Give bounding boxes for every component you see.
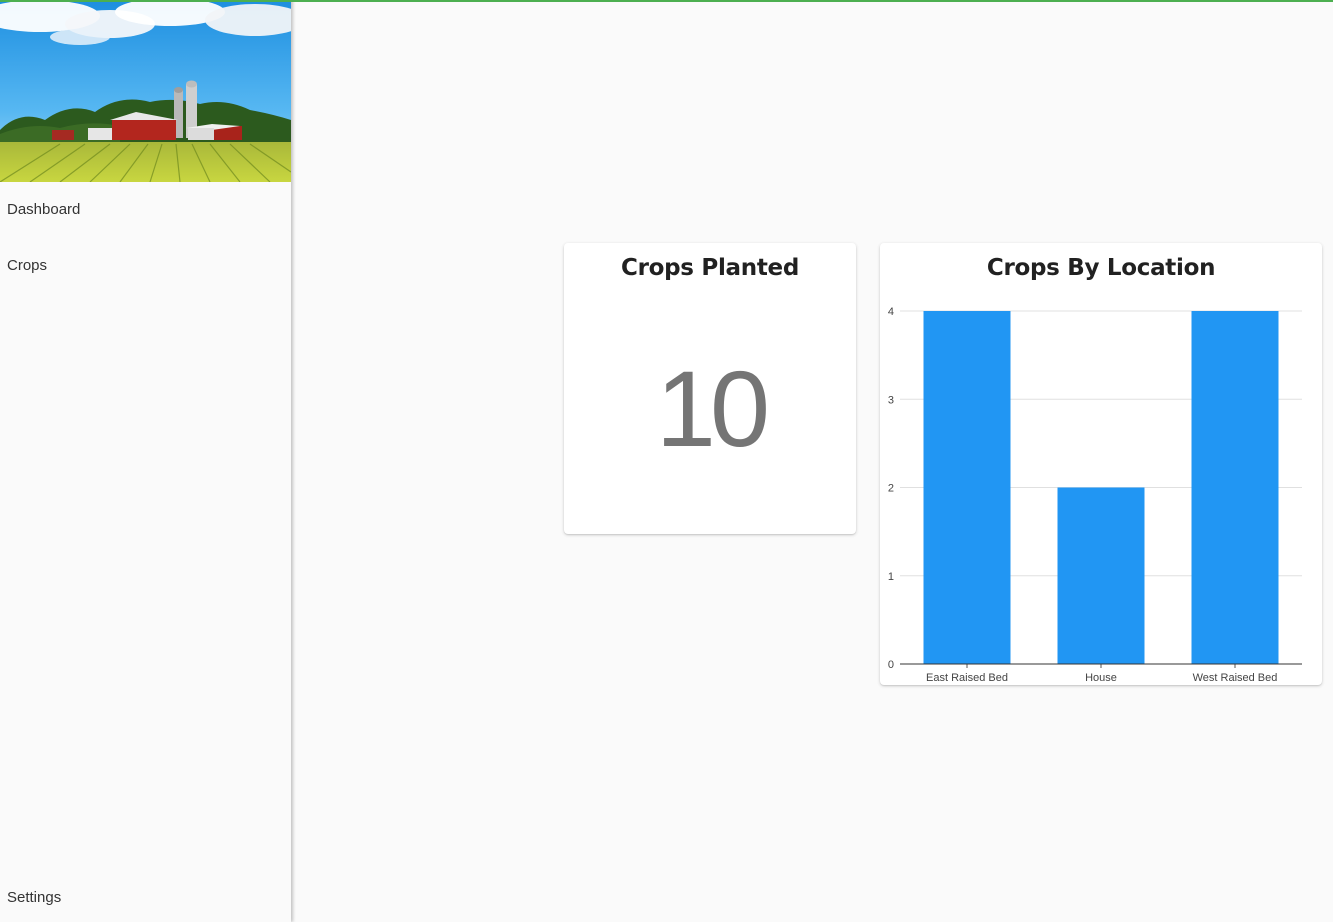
crops-planted-card: Crops Planted 10 bbox=[564, 243, 856, 534]
bar-1 bbox=[1057, 487, 1145, 664]
x-tick-label-1: House bbox=[1085, 672, 1117, 684]
y-tick-label-1: 1 bbox=[888, 571, 894, 583]
farm-banner-image bbox=[0, 2, 291, 182]
crops-planted-title: Crops Planted bbox=[621, 255, 799, 281]
y-tick-label-0: 0 bbox=[888, 659, 894, 671]
x-tick-label-2: West Raised Bed bbox=[1193, 672, 1278, 684]
crops-by-location-chart: 0 1 2 3 4 East Raised Bed House West Raised Bed bbox=[888, 306, 1302, 684]
sidebar-item-crops[interactable]: Crops bbox=[7, 257, 47, 274]
y-tick-label-4: 4 bbox=[888, 306, 894, 318]
bar-0 bbox=[923, 311, 1011, 664]
bar-2 bbox=[1191, 311, 1279, 664]
crops-by-location-card: Crops By Location 0 1 2 3 4 East Raised Bed Ho… bbox=[880, 243, 1322, 685]
sidebar: Dashboard Crops Settings bbox=[0, 0, 291, 922]
crops-planted-count: 10 bbox=[655, 348, 770, 469]
sidebar-item-settings[interactable]: Settings bbox=[7, 889, 61, 906]
x-tick-label-0: East Raised Bed bbox=[926, 672, 1008, 684]
sidebar-item-dashboard[interactable]: Dashboard bbox=[7, 201, 80, 218]
y-tick-label-2: 2 bbox=[888, 483, 894, 495]
y-tick-label-3: 3 bbox=[888, 394, 894, 406]
top-accent-bar bbox=[0, 0, 1333, 2]
